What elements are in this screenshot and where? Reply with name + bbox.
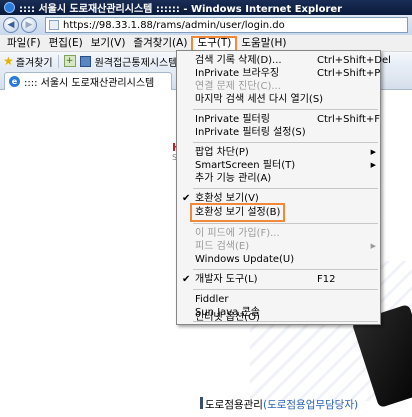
menu-item-diagnose: 연결 문제 진단(C)... [195, 81, 281, 92]
title-marker [200, 397, 203, 409]
menu-item-delete-history[interactable]: 검색 기록 삭제(D)... Ctrl+Shift+Del [177, 54, 391, 67]
add-favorite-icon[interactable]: + [63, 55, 76, 67]
menu-item-smartscreen[interactable]: SmartScreen 필터(T) ▶ [177, 159, 380, 172]
menu-item-compat-view[interactable]: ✔ 호환성 보기(V) [177, 192, 380, 205]
menu-help[interactable]: 도움말(H) [237, 36, 290, 51]
menu-item-inprivate-filtering[interactable]: InPrivate 필터링 Ctrl+Shift+F [177, 113, 380, 126]
favorite-link[interactable]: 원격접근통제시스템 [95, 54, 178, 69]
menu-item-windows-update[interactable]: Windows Update(U) [177, 253, 380, 266]
menu-item-reopen-session[interactable]: 마지막 검색 세션 다시 열기(S) [177, 93, 380, 106]
menu-separator [193, 142, 378, 143]
forward-arrow-icon[interactable]: ▶ [21, 17, 37, 33]
submenu-arrow-icon: ▶ [370, 161, 376, 169]
menu-file[interactable]: 파일(F) [3, 36, 45, 51]
site-icon [79, 55, 91, 67]
menu-item-internet-options[interactable]: 인터넷 옵션(O) [177, 311, 380, 324]
menu-item-popup-blocker[interactable]: 팝업 차단(P) ▶ [177, 146, 380, 159]
menu-item-fiddler[interactable]: Fiddler [177, 293, 380, 306]
menu-item-manage-addons[interactable]: 추가 기능 관리(A) [177, 172, 380, 185]
menu-item-feed-discovery: 피드 검색(E) ▶ [195, 241, 376, 252]
check-icon: ✔ [182, 274, 191, 285]
login-title-sub: (도로점용업무담당자) [262, 399, 359, 411]
page-icon [49, 20, 59, 30]
window-title-bar: :::: 서울시 도로재산관리시스템 :::::: - Windows Inte… [0, 0, 412, 15]
favorites-button[interactable]: 즐겨찾기 [16, 54, 53, 69]
back-arrow-icon[interactable]: ◀ [3, 17, 19, 33]
submenu-arrow-icon: ▶ [370, 148, 376, 156]
menu-separator [193, 269, 378, 270]
menu-separator [193, 289, 378, 290]
browser-tab[interactable]: e :::: 서울시 도로재산관리시스템 [4, 72, 172, 90]
menu-edit[interactable]: 편집(E) [45, 36, 87, 51]
window-title: :::: 서울시 도로재산관리시스템 :::::: - Windows Inte… [19, 4, 343, 15]
url-input[interactable]: https://98.33.1.88/rams/admin/user/login… [45, 17, 408, 33]
favorites-divider [57, 54, 59, 68]
menu-favorites[interactable]: 즐겨찾기(A) [129, 36, 191, 51]
menu-separator [193, 109, 378, 110]
menu-item-developer-tools[interactable]: ✔ 개발자 도구(L) F12 [177, 273, 380, 286]
menu-view[interactable]: 보기(V) [87, 36, 130, 51]
ie-tab-icon: e [9, 76, 20, 87]
menu-separator [193, 188, 378, 189]
menu-item-subscribe-feed: 이 피드에 가입(F)... [195, 228, 280, 239]
ie-logo-icon [4, 2, 15, 13]
menu-separator [193, 223, 378, 224]
menu-tools[interactable]: 도구(T) [191, 35, 238, 51]
tab-title: :::: 서울시 도로재산관리시스템 [24, 78, 155, 89]
favorites-star-icon: ★ [3, 54, 14, 68]
submenu-arrow-icon: ▶ [370, 242, 376, 250]
login-title-main: 도로점용관리 [205, 399, 263, 411]
menu-item-inprivate-filter-settings[interactable]: InPrivate 필터링 설정(S) [177, 126, 380, 139]
url-text: https://98.33.1.88/rams/admin/user/login… [63, 19, 285, 31]
login-title: 도로점용관리(도로점용업무담당자) [205, 397, 358, 412]
menu-item-compat-view-settings[interactable]: 호환성 보기 설정(B) [177, 203, 380, 222]
tools-menu: 검색 기록 삭제(D)... Ctrl+Shift+Del InPrivate 브… [176, 50, 391, 325]
address-bar: ◀ ▶ https://98.33.1.88/rams/admin/user/l… [0, 15, 412, 35]
check-icon: ✔ [182, 193, 191, 204]
menu-item-inprivate-browsing[interactable]: InPrivate 브라우징 Ctrl+Shift+P [177, 67, 380, 80]
